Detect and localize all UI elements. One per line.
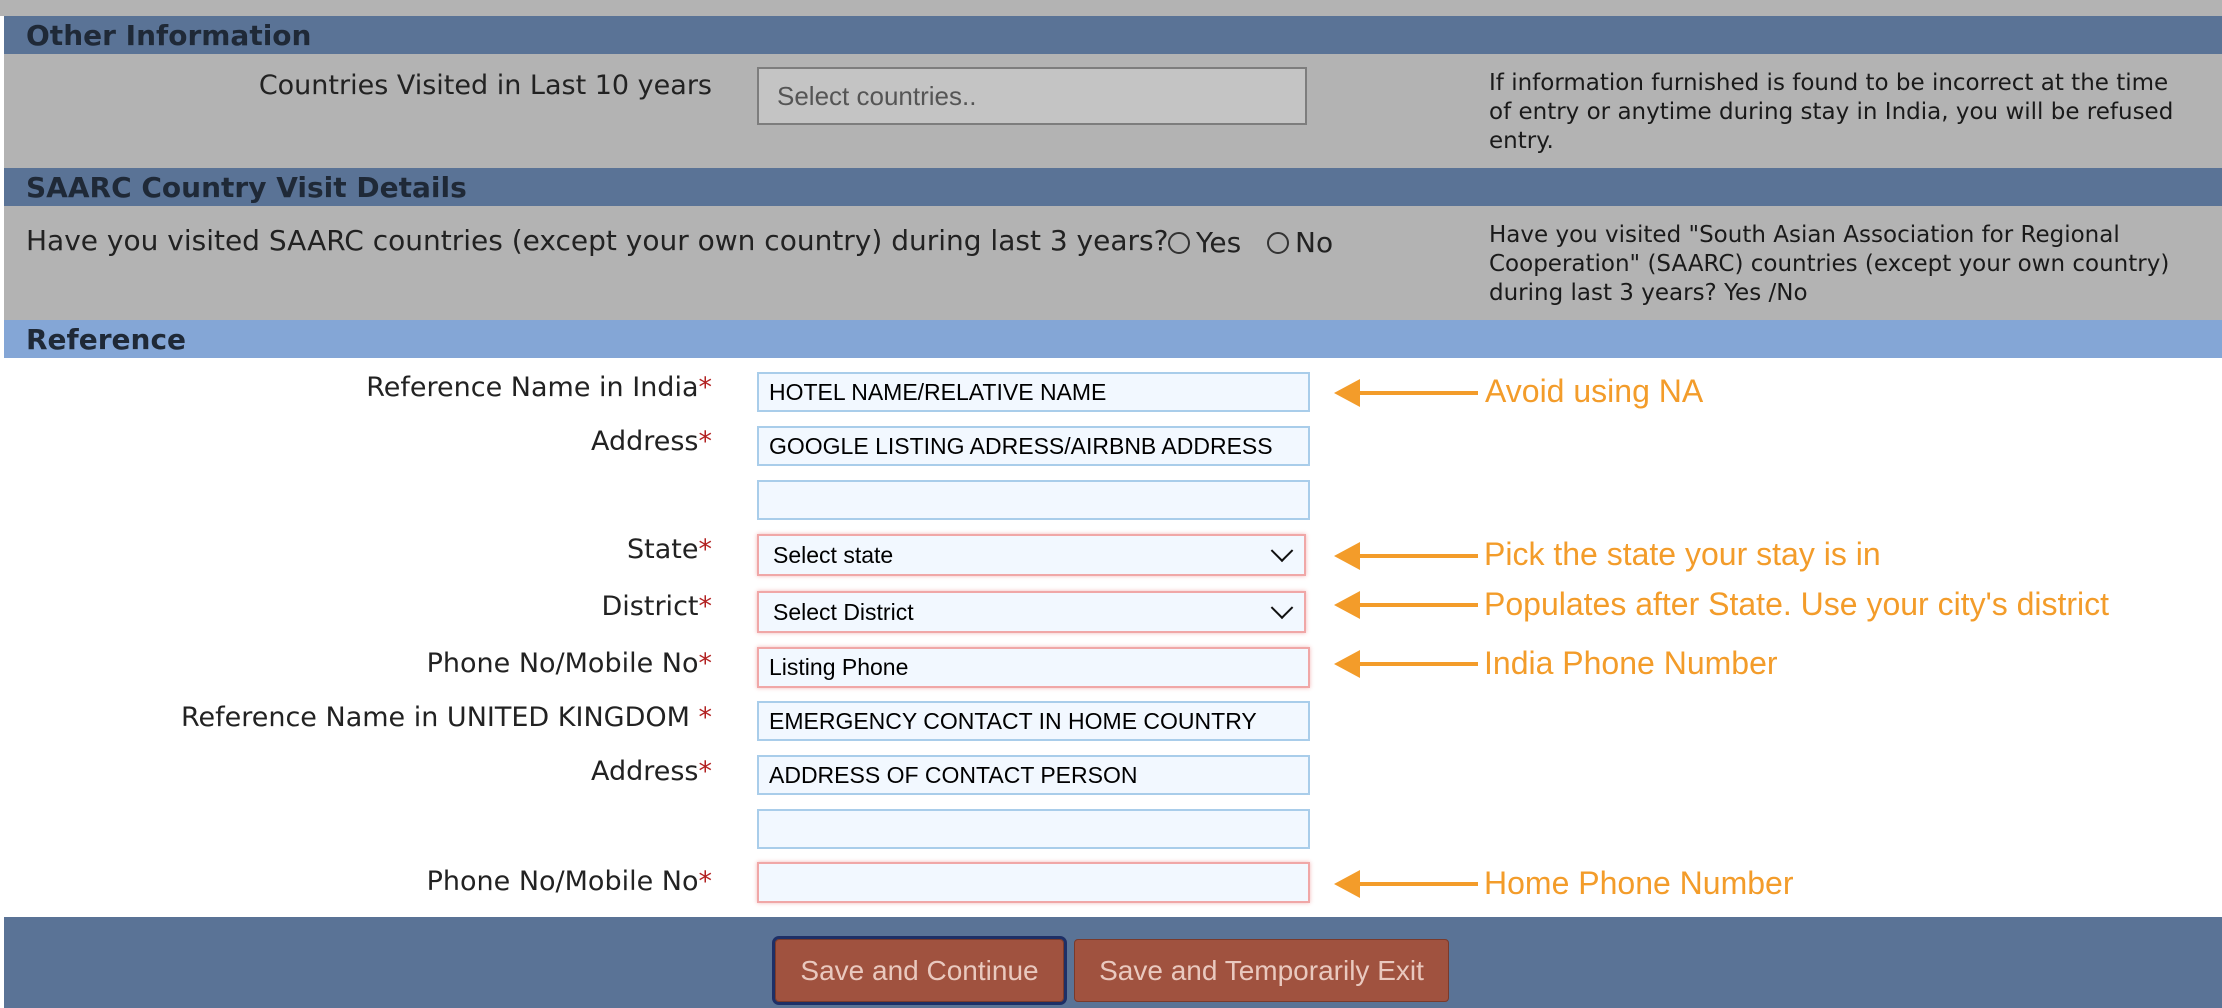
annotation-arrow-line [1358,882,1478,886]
home-phone-label: Phone No/Mobile No* [426,866,712,897]
saarc-yes-radio[interactable] [1168,231,1190,254]
state-label: State* [627,534,712,565]
india-name-input[interactable]: HOTEL NAME/RELATIVE NAME [757,372,1310,412]
home-phone-input[interactable] [757,862,1310,903]
state-select[interactable]: Select state [757,534,1306,576]
district-select-value: Select District [773,598,914,625]
annotation-name: Avoid using NA [1485,373,1704,409]
saarc-yes-label: Yes [1196,226,1242,259]
chevron-down-icon [1270,596,1294,620]
countries-select-input[interactable]: Select countries.. [757,67,1307,125]
arrow-left-icon [1334,591,1360,619]
india-phone-input[interactable]: Listing Phone [757,647,1310,688]
india-address-input[interactable]: GOOGLE LISTING ADRESS/AIRBNB ADDRESS [757,426,1310,466]
annotation-arrow-line [1358,391,1478,395]
india-address-line2-input[interactable] [757,480,1310,520]
home-address-label: Address* [590,756,712,787]
top-strip [0,0,2222,16]
annotation-district: Populates after State. Use your city's d… [1484,586,2110,622]
district-label: District* [601,591,712,622]
saarc-no-radio[interactable] [1267,231,1289,254]
saarc-no-option[interactable]: No [1267,226,1333,259]
home-name-input[interactable]: EMERGENCY CONTACT IN HOME COUNTRY [757,701,1310,741]
arrow-left-icon [1334,650,1360,678]
chevron-down-icon [1270,539,1294,563]
annotation-state: Pick the state your stay is in [1484,536,1881,572]
state-select-value: Select state [773,541,894,568]
saarc-no-label: No [1295,226,1334,259]
arrow-left-icon [1334,542,1360,570]
india-address-label: Address* [590,426,712,457]
other-information-header: Other Information [4,16,2222,54]
reference-header: Reference [4,320,2222,358]
annotation-home-phone: Home Phone Number [1484,865,1794,901]
other-information-help: If information furnished is found to be … [1489,70,2174,154]
india-name-label: Reference Name in India* [366,372,712,403]
saarc-header: SAARC Country Visit Details [4,168,2222,206]
saarc-question: Have you visited SAARC countries (except… [26,224,1169,257]
arrow-left-icon [1334,870,1360,898]
arrow-left-icon [1334,379,1360,407]
annotation-arrow-line [1358,603,1478,607]
annotation-india-phone: India Phone Number [1484,645,1778,681]
district-select[interactable]: Select District [757,591,1306,633]
annotation-arrow-line [1358,554,1478,558]
saarc-help: Have you visited "South Asian Associatio… [1489,222,2170,306]
saarc-yes-option[interactable]: Yes [1168,226,1241,259]
india-phone-label: Phone No/Mobile No* [426,648,712,679]
home-address-line2-input[interactable] [757,809,1310,849]
countries-visited-label: Countries Visited in Last 10 years [258,70,712,101]
home-address-input[interactable]: ADDRESS OF CONTACT PERSON [757,755,1310,795]
annotation-arrow-line [1358,662,1478,666]
home-name-label: Reference Name in UNITED KINGDOM * [180,702,712,733]
save-and-continue-button[interactable]: Save and Continue [772,936,1067,1005]
save-and-exit-button[interactable]: Save and Temporarily Exit [1074,939,1449,1002]
